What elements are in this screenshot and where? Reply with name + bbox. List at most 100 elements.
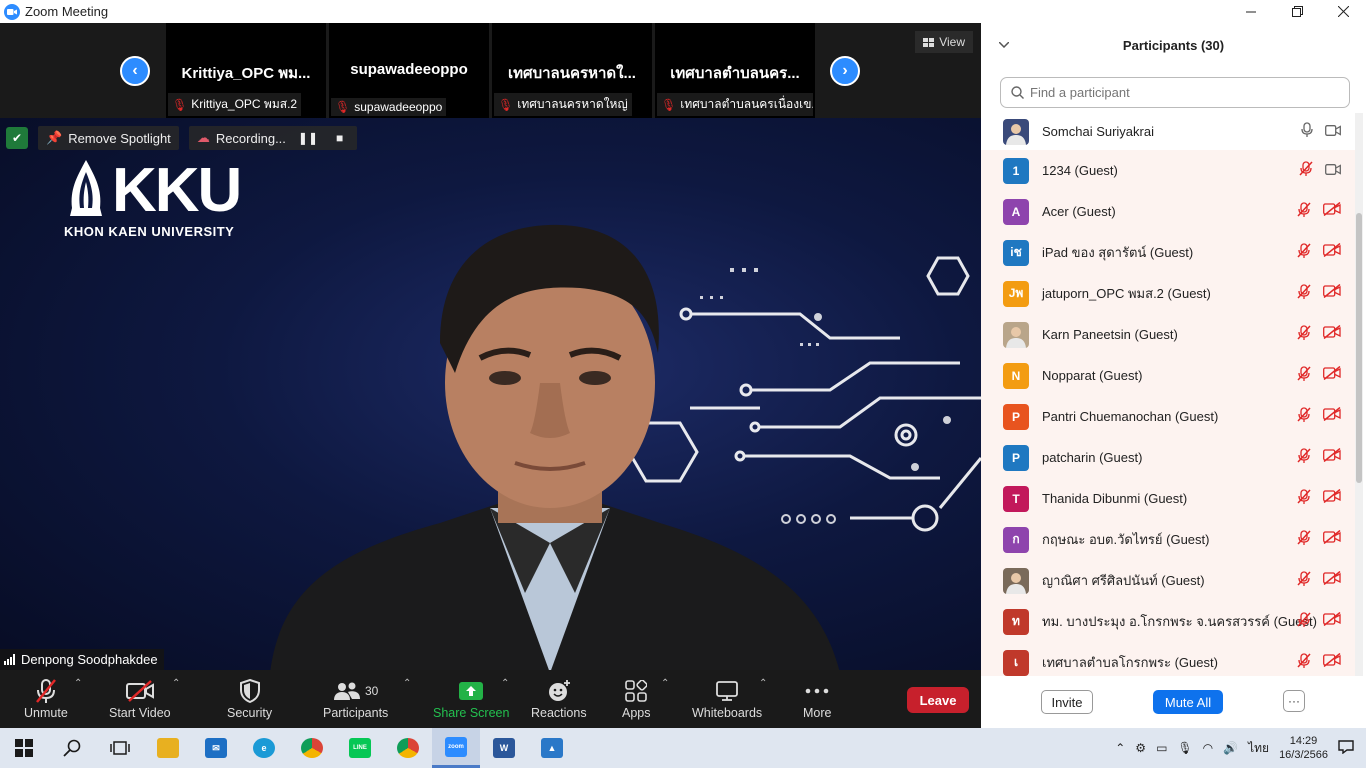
video-thumbnail[interactable]: เทศบาลตำบลนคร... 🎙 เทศบาลตำบลนครเนื่องเข… [655, 23, 815, 118]
whiteboards-button[interactable]: Whiteboards [692, 676, 762, 720]
video-off-icon[interactable] [1323, 242, 1341, 262]
notifications-icon[interactable] [1338, 739, 1354, 757]
participant-row[interactable]: Jพ jatuporn_OPC พมส.2 (Guest) [981, 273, 1355, 314]
video-thumbnail[interactable]: Krittiya_OPC พม... 🎙 Krittiya_OPC พมส.2 [166, 23, 326, 118]
wifi-icon[interactable]: ◠ [1203, 741, 1213, 755]
participant-row[interactable]: 1 1234 (Guest) [981, 150, 1355, 191]
apps-button[interactable]: Apps [622, 676, 651, 720]
share-screen-button[interactable]: Share Screen [433, 676, 509, 720]
participant-row[interactable]: Karn Paneetsin (Guest) [981, 314, 1355, 355]
video-camera-icon[interactable] [1325, 123, 1341, 141]
minimize-button[interactable] [1228, 0, 1274, 23]
participant-row[interactable]: เ เทศบาลตำบลโกรกพระ (Guest) [981, 642, 1355, 676]
participant-row[interactable]: Somchai Suriyakrai [981, 113, 1355, 150]
video-off-icon[interactable] [1323, 201, 1341, 221]
muted-microphone-icon[interactable] [1297, 283, 1311, 304]
muted-microphone-icon[interactable] [1297, 447, 1311, 468]
participant-row[interactable]: A Acer (Guest) [981, 191, 1355, 232]
participant-row[interactable]: T Thanida Dibunmi (Guest) [981, 478, 1355, 519]
start-button[interactable] [0, 728, 48, 768]
video-off-icon[interactable] [1323, 570, 1341, 590]
video-off-icon[interactable] [1323, 447, 1341, 467]
chrome-icon-2[interactable] [384, 728, 432, 768]
participant-row[interactable]: iช iPad ของ สุดารัตน์ (Guest) [981, 232, 1355, 273]
participant-row[interactable]: ก กฤษณะ อบต.วัดไทรย์ (Guest) [981, 519, 1355, 560]
muted-microphone-icon[interactable] [1299, 160, 1313, 181]
muted-microphone-icon[interactable] [1297, 652, 1311, 673]
participant-row[interactable]: ท ทม. บางประมุง อ.โกรกพระ จ.นครสวรรค์ (Gu… [981, 601, 1355, 642]
remove-spotlight-button[interactable]: 📌 Remove Spotlight [38, 126, 179, 150]
security-button[interactable]: Security [227, 676, 272, 720]
share-options-chevron-icon[interactable]: ⌃ [501, 678, 509, 689]
participant-row[interactable]: P Pantri Chuemanochan (Guest) [981, 396, 1355, 437]
video-off-icon[interactable] [1323, 324, 1341, 344]
muted-microphone-icon[interactable] [1297, 570, 1311, 591]
participants-options-chevron-icon[interactable]: ⌃ [403, 678, 411, 689]
video-thumbnail[interactable]: เทศบาลนครหาดใ... 🎙 เทศบาลนครหาดใหญ่ [492, 23, 652, 118]
video-off-icon[interactable] [1323, 611, 1341, 631]
video-off-icon[interactable] [1323, 283, 1341, 303]
more-options-button[interactable]: ··· [1283, 690, 1305, 712]
video-off-icon[interactable] [1323, 529, 1341, 549]
network-device-icon[interactable]: ⚙ [1135, 741, 1146, 755]
view-button[interactable]: View [915, 31, 973, 53]
audio-options-chevron-icon[interactable]: ⌃ [74, 678, 82, 689]
muted-microphone-icon[interactable] [1297, 324, 1311, 345]
whiteboard-options-chevron-icon[interactable]: ⌃ [759, 678, 767, 689]
video-off-icon[interactable] [1323, 365, 1341, 385]
collapse-chevron-icon[interactable] [998, 37, 1010, 51]
more-button[interactable]: More [803, 676, 831, 720]
muted-microphone-icon[interactable] [1297, 365, 1311, 386]
muted-microphone-icon[interactable] [1297, 406, 1311, 427]
edge-icon[interactable]: e [240, 728, 288, 768]
file-explorer-icon[interactable] [144, 728, 192, 768]
microphone-tray-icon[interactable]: 🎙 [1177, 741, 1192, 755]
restore-button[interactable] [1274, 0, 1320, 23]
reactions-button[interactable]: Reactions [531, 676, 587, 720]
stop-recording-icon[interactable]: ■ [330, 131, 349, 145]
leave-button[interactable]: Leave [907, 687, 969, 713]
word-icon[interactable]: W [480, 728, 528, 768]
scrollbar-thumb[interactable] [1356, 213, 1362, 483]
battery-icon[interactable]: ▭ [1156, 741, 1167, 755]
participant-row[interactable]: N Nopparat (Guest) [981, 355, 1355, 396]
pause-recording-icon[interactable]: ❚❚ [292, 131, 324, 145]
muted-microphone-icon[interactable] [1297, 488, 1311, 509]
clock[interactable]: 14:29 16/3/2566 [1279, 734, 1328, 762]
zoom-taskbar-icon[interactable]: zoom [432, 728, 480, 768]
apps-options-chevron-icon[interactable]: ⌃ [661, 678, 669, 689]
photos-icon[interactable]: ▲ [528, 728, 576, 768]
participant-list-scrollbar[interactable] [1355, 113, 1363, 676]
mail-icon[interactable]: ✉ [192, 728, 240, 768]
line-app-icon[interactable]: LINE [336, 728, 384, 768]
search-input[interactable] [1030, 85, 1330, 100]
start-video-button[interactable]: Start Video [109, 676, 171, 720]
muted-microphone-icon[interactable] [1297, 611, 1311, 632]
video-off-icon[interactable] [1323, 488, 1341, 508]
participant-search[interactable] [1000, 77, 1350, 108]
muted-microphone-icon[interactable] [1297, 201, 1311, 222]
input-language[interactable]: ไทย [1248, 739, 1269, 758]
video-off-icon[interactable] [1323, 406, 1341, 426]
video-camera-icon[interactable] [1325, 162, 1341, 180]
close-button[interactable] [1320, 0, 1366, 23]
microphone-icon[interactable] [1301, 121, 1313, 142]
invite-button[interactable]: Invite [1041, 690, 1093, 714]
video-off-icon[interactable] [1323, 652, 1341, 672]
participants-button[interactable]: 30 Participants [323, 676, 388, 720]
muted-microphone-icon[interactable] [1297, 529, 1311, 550]
unmute-button[interactable]: Unmute [24, 676, 68, 720]
mute-all-button[interactable]: Mute All [1153, 690, 1223, 714]
next-page-arrow-icon[interactable]: › [830, 56, 860, 86]
taskbar-search-icon[interactable] [48, 728, 96, 768]
security-shield-icon[interactable]: ✔ [6, 127, 28, 149]
chrome-icon[interactable] [288, 728, 336, 768]
tray-overflow-chevron-icon[interactable]: ⌃ [1115, 741, 1125, 755]
video-options-chevron-icon[interactable]: ⌃ [172, 678, 180, 689]
task-view-icon[interactable] [96, 728, 144, 768]
previous-page-arrow-icon[interactable]: ‹ [120, 56, 150, 86]
muted-microphone-icon[interactable] [1297, 242, 1311, 263]
video-thumbnail[interactable]: supawadeeoppo 🎙 supawadeeoppo [329, 23, 489, 118]
volume-icon[interactable]: 🔊 [1223, 741, 1238, 755]
participant-row[interactable]: Ppatcharin (Guest) [981, 437, 1355, 478]
